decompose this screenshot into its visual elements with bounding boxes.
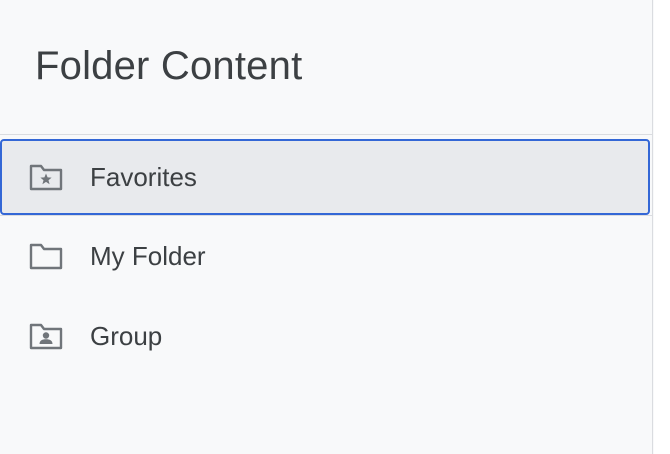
content-area-edge [654,0,670,454]
folder-item-favorites[interactable]: Favorites [0,139,650,215]
folder-item-my-folder[interactable]: My Folder [0,216,653,296]
folder-list: Favorites My Folder Group [0,134,653,376]
folder-item-label: My Folder [90,240,206,271]
folder-content-panel: Folder Content Favorites My Folder Group [0,0,653,454]
folder-item-group[interactable]: Group [0,296,653,376]
divider [0,134,653,135]
panel-title: Folder Content [35,44,303,88]
star-folder-icon [28,162,64,192]
shared-folder-icon [28,321,64,351]
folder-item-label: Group [90,320,163,351]
folder-item-label: Favorites [90,161,197,192]
folder-icon [28,241,64,271]
